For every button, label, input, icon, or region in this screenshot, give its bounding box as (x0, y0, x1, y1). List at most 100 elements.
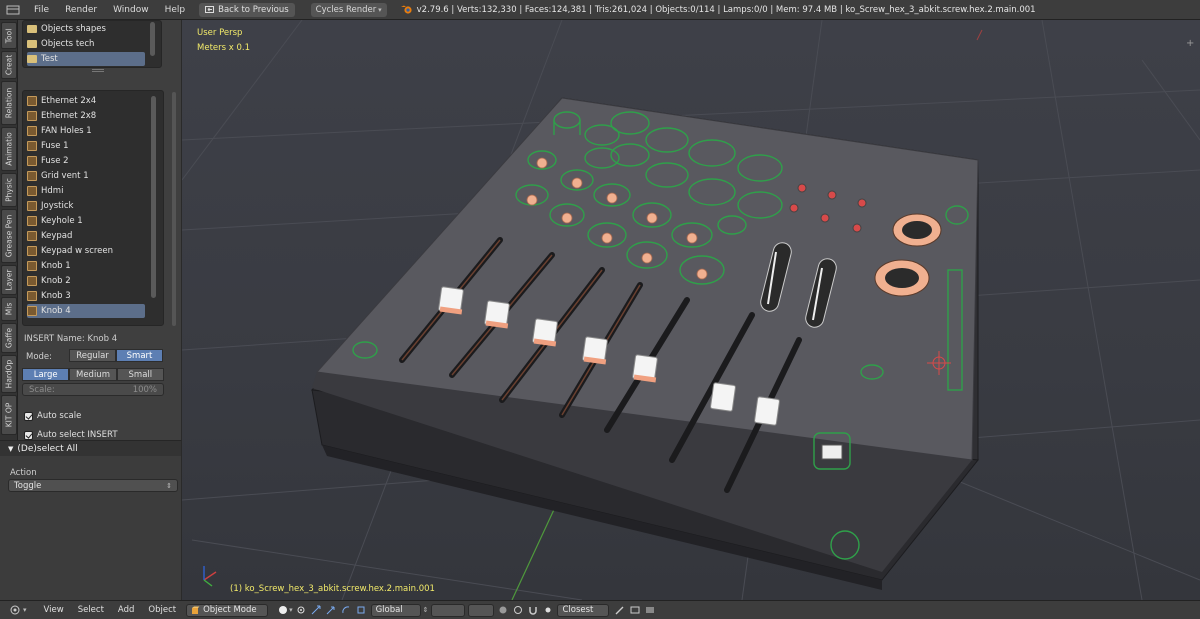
3d-viewport[interactable]: User Persp Meters x 0.1 (1) ko_Screw_hex… (182, 20, 1200, 600)
size-medium-button[interactable]: Medium (69, 368, 117, 381)
render-engine-select[interactable]: Cycles Render ▾ (310, 2, 387, 17)
viewport-scene[interactable] (182, 20, 1200, 600)
list-item[interactable]: FAN Holes 1 (27, 124, 145, 138)
snap-element-icon[interactable] (541, 604, 554, 617)
menu-toggle-icon[interactable]: ▾ (23, 606, 27, 614)
scale-label: Scale: (29, 384, 55, 395)
transform-orientation-select[interactable]: Global (370, 603, 421, 617)
shading-arrow-icon[interactable]: ▾ (289, 606, 293, 614)
menu-view[interactable]: View (37, 605, 71, 615)
tab-gaffe[interactable]: Gaffe (1, 323, 17, 353)
viewport-shading-icon[interactable] (276, 604, 289, 617)
list-item-label: Ethernet 2x4 (41, 96, 97, 106)
list-item[interactable]: Keyhole 1 (27, 214, 145, 228)
snap-magnet-icon[interactable] (526, 604, 539, 617)
tab-create[interactable]: Creat (1, 51, 17, 79)
orientation-value: Global (375, 605, 403, 615)
scale-slider[interactable]: Scale: 100% (22, 383, 164, 396)
snap-target-select[interactable]: Closest (557, 603, 610, 617)
rotate-icon[interactable] (340, 604, 353, 617)
orientation-arrow-icon[interactable]: ⇕ (423, 606, 429, 614)
layers-widget-2[interactable] (468, 603, 495, 617)
list-item[interactable]: Hdmi (27, 184, 145, 198)
tab-hardops[interactable]: HardOp (1, 355, 17, 393)
list-item[interactable]: Objects tech (27, 37, 145, 51)
list-item[interactable]: Joystick (27, 199, 145, 213)
scale-value: 100% (132, 384, 157, 395)
editor-type-icon[interactable] (0, 0, 26, 20)
list-item-label: FAN Holes 1 (41, 126, 92, 136)
tab-grease-pencil[interactable]: Grease Pen (1, 209, 17, 263)
tab-kitops[interactable]: KIT OP (1, 395, 17, 435)
list-item-selected[interactable]: Knob 4 (27, 304, 145, 318)
mode-toggle: Regular Smart (69, 349, 163, 362)
auto-scale-checkbox[interactable]: Auto scale (24, 411, 81, 421)
menu-window[interactable]: Window (105, 5, 157, 15)
list-item-label: Keyhole 1 (41, 216, 83, 226)
size-large-button[interactable]: Large (22, 368, 70, 381)
menu-file[interactable]: File (26, 5, 57, 15)
panel-scrollbar[interactable] (172, 92, 176, 326)
checkbox-label: Auto scale (37, 411, 82, 421)
mode-regular-button[interactable]: Regular (69, 349, 116, 362)
unit-scale: Meters x 0.1 (197, 43, 251, 53)
layer-lock-icon[interactable] (496, 604, 509, 617)
list-item[interactable]: Keypad (27, 229, 145, 243)
list-item[interactable]: Knob 1 (27, 259, 145, 273)
list-item[interactable]: Keypad w screen (27, 244, 145, 258)
list-resize-grip[interactable] (92, 69, 104, 72)
list-item[interactable]: Knob 3 (27, 289, 145, 303)
list-item-label: Objects shapes (41, 24, 106, 34)
category-scrollbar[interactable] (150, 22, 155, 56)
auto-select-insert-checkbox[interactable]: Auto select INSERT (24, 430, 118, 440)
editor-type-icon[interactable] (8, 604, 21, 617)
list-item[interactable]: Ethernet 2x4 (27, 94, 145, 108)
list-item-selected[interactable]: Test (27, 52, 145, 66)
list-item[interactable]: Objects shapes (27, 22, 145, 36)
manipulator-icon[interactable] (310, 604, 323, 617)
operator-header[interactable]: ▼ (De)select All (0, 441, 181, 456)
mode-smart-button[interactable]: Smart (116, 349, 163, 362)
insert-list-scrollbar[interactable] (151, 96, 156, 298)
menu-object[interactable]: Object (141, 605, 183, 615)
opengl-render-icon[interactable] (628, 604, 641, 617)
list-item[interactable]: Knob 2 (27, 274, 145, 288)
size-toggle: Large Medium Small (22, 368, 164, 381)
list-item[interactable]: Grid vent 1 (27, 169, 145, 183)
size-small-button[interactable]: Small (116, 368, 164, 381)
tab-misc[interactable]: Mis (1, 297, 17, 321)
menu-render[interactable]: Render (57, 5, 105, 15)
menu-help[interactable]: Help (157, 5, 194, 15)
animation-render-icon[interactable] (643, 604, 656, 617)
updown-arrow-icon: ⇕ (166, 481, 172, 490)
action-select[interactable]: Toggle ⇕ (8, 479, 178, 492)
mode-select[interactable]: Object Mode (186, 603, 269, 617)
folder-icon (27, 55, 37, 63)
tab-layer[interactable]: Layer (1, 265, 17, 295)
list-item[interactable]: Fuse 1 (27, 139, 145, 153)
tab-physics[interactable]: Physic (1, 173, 17, 207)
proportional-edit-icon[interactable] (511, 604, 524, 617)
list-item[interactable]: Fuse 2 (27, 154, 145, 168)
tab-animation[interactable]: Animatio (1, 127, 17, 171)
insert-thumbnail-icon (27, 261, 37, 271)
eyedropper-icon[interactable] (613, 604, 626, 617)
translate-icon[interactable] (325, 604, 338, 617)
layers-widget[interactable] (431, 603, 466, 617)
back-to-previous-button[interactable]: Back to Previous (199, 2, 295, 17)
menu-select[interactable]: Select (71, 605, 111, 615)
tab-label: Mis (4, 302, 14, 316)
menu-add[interactable]: Add (111, 605, 141, 615)
tab-tool[interactable]: Tool (1, 22, 17, 49)
tab-relation[interactable]: Relation (1, 81, 17, 125)
pivot-point-icon[interactable] (295, 604, 308, 617)
folder-icon (27, 40, 37, 48)
list-item[interactable]: Ethernet 2x8 (27, 109, 145, 123)
properties-toggle-icon[interactable]: + (1186, 39, 1195, 49)
list-item-label: Joystick (41, 201, 74, 211)
insert-thumbnail-icon (27, 306, 37, 316)
list-item-label: Keypad w screen (41, 246, 114, 256)
collapse-arrow-icon: ▼ (8, 444, 14, 453)
scale-icon[interactable] (355, 604, 368, 617)
tab-label: Creat (4, 54, 14, 76)
